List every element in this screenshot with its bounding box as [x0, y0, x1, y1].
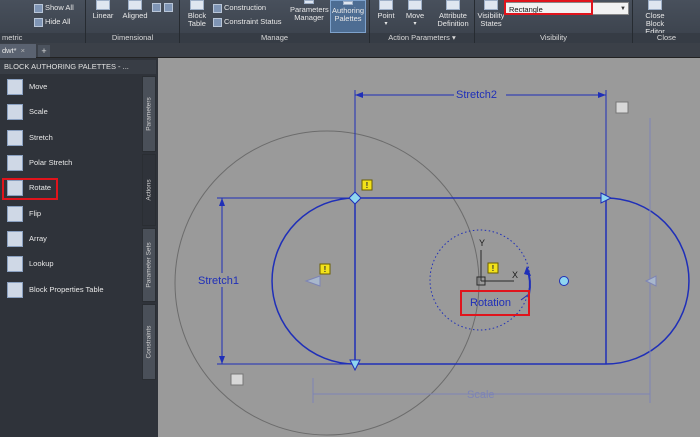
grip-left[interactable]	[304, 275, 321, 287]
ribbon-group-title-dimensional: Dimensional	[86, 33, 179, 43]
close-block-editor-icon	[648, 0, 662, 10]
aligned-button[interactable]: Aligned	[120, 0, 150, 33]
attribute-definition-button[interactable]: Attribute Definition	[434, 0, 472, 33]
hide-all-icon	[34, 17, 43, 27]
palette-item-array[interactable]: Array	[0, 228, 142, 250]
ribbon-group-title-close: Close	[633, 33, 700, 43]
scale-label[interactable]: Scale	[467, 389, 495, 401]
tab-parameter-sets[interactable]: Parameter Sets	[142, 228, 156, 302]
warning-mark: !	[366, 181, 369, 190]
palette-item-scale[interactable]: Scale	[0, 101, 142, 123]
constraint-status-button[interactable]: Constraint Status	[213, 17, 282, 27]
dropdown-arrow-icon: ▼	[620, 6, 626, 12]
stretch2-action-badge-icon[interactable]	[615, 101, 629, 114]
ribbon-group-title-geometric: metric	[0, 33, 85, 43]
constraint-status-icon	[213, 17, 222, 27]
visibility-states-icon	[484, 0, 498, 10]
block-drawing: Stretch2 Stretch1 Scale ! ! ! Y X Rotati…	[174, 88, 690, 436]
rotation-leader	[520, 293, 530, 301]
construction-button[interactable]: Construction	[213, 3, 266, 13]
block-table-icon	[190, 0, 204, 10]
angular-icon[interactable]	[152, 3, 161, 12]
ucs-x-label: X	[512, 270, 518, 280]
move-action-button[interactable]: Move ▾	[402, 0, 428, 33]
stretch1-arrow-bottom	[219, 356, 225, 364]
construction-icon	[213, 3, 222, 13]
palette-item-lookup[interactable]: Lookup	[0, 253, 142, 275]
grip-stretch1-bottom[interactable]	[349, 359, 361, 372]
palette-item-move[interactable]: Move	[0, 76, 142, 98]
aligned-icon	[128, 0, 142, 10]
rotation-center-grip[interactable]	[559, 276, 569, 286]
ribbon-group-close: Close Block Editor Close	[633, 0, 700, 43]
polar-stretch-icon	[7, 155, 23, 171]
ribbon-group-action-parameters: Point ▾ Move ▾ Attribute Definition Action…	[370, 0, 475, 43]
block-table-button[interactable]: Block Table	[184, 0, 210, 33]
show-all-icon	[34, 3, 43, 13]
attribute-definition-icon	[446, 0, 460, 10]
array-icon	[7, 231, 23, 247]
linear-icon	[96, 0, 110, 10]
warning-mark: !	[324, 265, 327, 274]
stretch1-action-badge-icon[interactable]	[230, 373, 244, 386]
ribbon-group-title-action-parameters: Action Parameters ▾	[370, 33, 474, 43]
scale-icon	[7, 104, 23, 120]
ribbon-group-dimensional: Linear Aligned Dimensional	[86, 0, 180, 43]
block-authoring-palette: BLOCK AUTHORING PALETTES - ... Move Scal…	[0, 58, 158, 437]
parameters-manager-button[interactable]: Parameters Manager	[290, 0, 329, 33]
linear-button[interactable]: Linear	[90, 0, 116, 33]
highlight-box-rotate	[2, 178, 58, 200]
palette-item-flip[interactable]: Flip	[0, 203, 142, 225]
stretch2-arrow-left	[355, 92, 363, 98]
tab-constraints[interactable]: Constraints	[142, 304, 156, 380]
point-button[interactable]: Point ▾	[373, 0, 399, 33]
highlight-box-dropdown	[504, 0, 593, 15]
close-block-editor-button[interactable]: Close Block Editor	[635, 0, 675, 36]
lookup-icon	[7, 256, 23, 272]
tab-parameters[interactable]: Parameters	[142, 76, 156, 152]
stretch1-arrow-top	[219, 198, 225, 206]
ribbon-group-visibility-toggles: Show All Hide All metric	[0, 0, 86, 43]
ribbon-group-manage: Block Table Construction Constraint Stat…	[180, 0, 370, 43]
grip-top-left[interactable]	[348, 191, 362, 205]
block-properties-table-icon	[7, 282, 23, 298]
ribbon-group-title-visibility: Visibility	[475, 33, 632, 43]
new-tab-button[interactable]: +	[38, 45, 50, 57]
rotation-arrow	[524, 266, 531, 276]
palette-item-block-properties-table[interactable]: Block Properties Table	[0, 279, 142, 301]
warning-mark: !	[492, 264, 495, 273]
close-tab-icon[interactable]: ×	[21, 46, 25, 55]
stretch2-arrow-right	[598, 92, 606, 98]
ucs-y-label: Y	[479, 238, 485, 248]
visibility-states-button[interactable]: Visibility States	[477, 0, 505, 33]
palette-side-tabs: Parameters Actions Parameter Sets Constr…	[142, 74, 156, 437]
expand-arrow-icon[interactable]: ▾	[452, 33, 456, 42]
stretch-icon	[7, 130, 23, 146]
move-action-icon	[408, 0, 422, 10]
palette-item-stretch[interactable]: Stretch	[0, 127, 142, 149]
hide-all-button[interactable]: Hide All	[34, 17, 70, 27]
move-icon	[7, 79, 23, 95]
document-tab[interactable]: dwt* ×	[0, 44, 36, 58]
rotation-label[interactable]: Rotation	[470, 297, 511, 309]
ribbon: Show All Hide All metric Linear Aligned …	[0, 0, 700, 43]
show-all-button[interactable]: Show All	[34, 3, 74, 13]
radial-icon[interactable]	[164, 3, 173, 12]
tab-actions[interactable]: Actions	[142, 154, 156, 226]
drawing-canvas[interactable]: Stretch2 Stretch1 Scale ! ! ! Y X Rotati…	[158, 58, 700, 437]
palette-item-polar-stretch[interactable]: Polar Stretch	[0, 152, 142, 174]
flip-icon	[7, 206, 23, 222]
palette-header: BLOCK AUTHORING PALETTES - ...	[0, 60, 156, 74]
stretch2-label[interactable]: Stretch2	[456, 89, 497, 101]
ribbon-group-title-manage: Manage	[180, 33, 369, 43]
grip-right[interactable]	[644, 275, 657, 287]
authoring-palettes-button[interactable]: Authoring Palettes	[330, 0, 366, 33]
parameters-manager-icon	[304, 0, 314, 4]
point-dropdown-arrow: ▾	[384, 21, 388, 27]
stretch1-label[interactable]: Stretch1	[198, 275, 239, 287]
authoring-palettes-icon	[343, 1, 353, 5]
point-icon	[379, 0, 393, 10]
move-dropdown-arrow: ▾	[413, 21, 417, 27]
document-tab-strip: dwt* × +	[0, 43, 700, 58]
